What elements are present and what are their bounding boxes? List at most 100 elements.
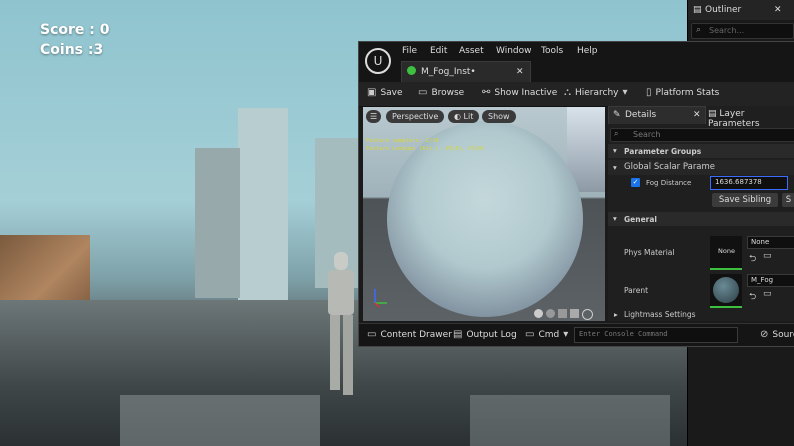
close-tab-icon[interactable]: ✕ (516, 67, 524, 77)
browse-asset-icon[interactable]: ▭ (763, 251, 772, 261)
platform-stats-button[interactable]: ▯ Platform Stats (646, 87, 719, 98)
drawer-icon: ▭ (367, 329, 377, 340)
menu-asset[interactable]: Asset (459, 46, 484, 56)
hamburger-icon: ☰ (370, 112, 378, 121)
search-icon: ⌕ (696, 25, 702, 35)
close-tab-icon[interactable]: ✕ (693, 110, 701, 120)
chevron-right-icon: ▸ (614, 310, 618, 319)
preview-shape-buttons (534, 309, 604, 320)
editor-titlebar: U File Edit Asset Window Tools Help M_Fo… (359, 42, 794, 83)
pencil-icon: ✎ (613, 110, 621, 120)
material-sphere-icon (713, 277, 739, 303)
outliner-search[interactable]: ⌕ Search... (691, 23, 794, 39)
use-selected-icon[interactable]: ⮌ (749, 251, 756, 267)
lightmass-settings-row[interactable]: ▸ Lightmass Settings (608, 309, 794, 321)
layer-parameters-tab[interactable]: ▤ Layer Parameters (708, 109, 794, 129)
plane-icon[interactable] (558, 309, 567, 318)
custom-mesh-icon[interactable] (582, 309, 593, 320)
chevron-down-icon: ▾ (613, 214, 617, 223)
cmd-button[interactable]: ▭ Cmd ▾ (525, 329, 568, 340)
viewport-menu-button[interactable]: ☰ (366, 110, 382, 123)
preview-viewport[interactable]: ☰ Perspective ◐ Lit Show Texture sampler… (363, 107, 605, 321)
browse-label: Browse (431, 87, 465, 98)
menu-edit[interactable]: Edit (430, 46, 447, 56)
asset-tab-label: M_Fog_Inst• (421, 67, 476, 77)
parent-value: M_Fog (751, 276, 774, 284)
console-input[interactable]: Enter Console Command (574, 327, 738, 343)
cube-icon[interactable] (570, 309, 579, 318)
content-drawer-label: Content Drawer (380, 329, 452, 340)
save-child-button[interactable]: S (782, 193, 794, 207)
details-tab[interactable]: ✎ Details ✕ (608, 106, 706, 124)
material-icon (407, 66, 416, 75)
source-control-icon: ⊘ (760, 329, 769, 340)
content-drawer-button[interactable]: ▭ Content Drawer (367, 329, 452, 340)
stats-line-1: Texture samplers: 2/16 (366, 138, 439, 144)
unreal-logo-icon: U (365, 48, 391, 74)
status-bar: ▭ Content Drawer ▤ Output Log ▭ Cmd ▾ Enter … (359, 323, 794, 346)
outliner-title: Outliner (705, 5, 742, 15)
global-scalar-group[interactable]: ▾ Global Scalar Parame (608, 160, 794, 175)
menu-window[interactable]: Window (496, 46, 532, 56)
parent-dropdown[interactable]: M_Fog (747, 274, 794, 287)
phys-material-dropdown[interactable]: None (747, 236, 794, 249)
menu-help[interactable]: Help (577, 46, 598, 56)
use-selected-icon[interactable]: ⮌ (749, 289, 756, 305)
save-icon: ▣ (367, 87, 377, 98)
phys-material-thumbnail[interactable]: None (710, 236, 742, 270)
output-log-button[interactable]: ▤ Output Log (453, 329, 517, 340)
chevron-down-icon: ▾ (622, 87, 628, 98)
browse-asset-icon[interactable]: ▭ (763, 289, 772, 299)
details-panel: ✎ Details ✕ ▤ Layer Parameters ⌕ Search … (608, 106, 794, 321)
parameter-groups-label: Parameter Groups (624, 147, 702, 156)
wall-segment (238, 108, 288, 300)
chevron-down-icon: ▾ (613, 163, 617, 172)
terminal-icon: ▭ (525, 329, 535, 340)
phys-material-thumb-label: None (718, 247, 735, 255)
player-character (322, 252, 360, 442)
save-sibling-button[interactable]: Save Sibling (712, 193, 778, 207)
lightmass-settings-label: Lightmass Settings (624, 310, 696, 319)
show-inactive-label: Show Inactive (494, 87, 558, 98)
menu-tools[interactable]: Tools (541, 46, 563, 56)
general-header[interactable]: ▾ General (608, 212, 794, 226)
lit-button[interactable]: ◐ Lit (448, 110, 480, 123)
phys-material-value: None (751, 238, 770, 246)
browse-button[interactable]: ▭ Browse (418, 87, 464, 98)
sphere-icon[interactable] (546, 309, 555, 318)
source-control-label: Sourc (772, 329, 794, 340)
cylinder-icon[interactable] (534, 309, 543, 318)
show-inactive-button[interactable]: ⚯ Show Inactive (482, 87, 557, 98)
lit-icon: ◐ (454, 112, 464, 121)
axis-gizmo (369, 285, 393, 309)
general-label: General (624, 215, 657, 224)
fog-distance-checkbox[interactable]: ✓ (631, 178, 640, 187)
score-label: Score : 0 (40, 22, 110, 38)
outliner-icon: ▤ (693, 5, 702, 15)
material-editor-window: U File Edit Asset Window Tools Help M_Fo… (358, 41, 794, 347)
details-tab-label: Details (625, 110, 657, 120)
show-button[interactable]: Show (482, 110, 516, 123)
log-icon: ▤ (453, 329, 463, 340)
floor-highlight (470, 395, 670, 446)
lit-label: Lit (463, 112, 474, 121)
hierarchy-button[interactable]: ⛬ Hierarchy ▾ (564, 87, 628, 98)
search-icon: ⌕ (614, 129, 619, 138)
nodes-icon: ⚯ (482, 87, 491, 98)
save-label: Save (380, 87, 403, 98)
details-search[interactable]: ⌕ Search (610, 128, 794, 142)
stats-line-2: Texture Lookups (Est.): VS(0), PS(0) (366, 146, 486, 152)
parent-thumbnail[interactable] (710, 274, 742, 308)
asset-tab[interactable]: M_Fog_Inst• ✕ (401, 61, 531, 83)
menu-file[interactable]: File (402, 46, 417, 56)
stats-icon: ▯ (646, 87, 652, 98)
parameter-groups-header[interactable]: ▾ Parameter Groups (608, 144, 794, 158)
source-control-button[interactable]: ⊘Sourc (760, 329, 794, 340)
perspective-button[interactable]: Perspective (386, 110, 445, 123)
fog-distance-input[interactable]: 1636.687378 (710, 176, 788, 190)
close-icon[interactable]: ✕ (774, 0, 782, 20)
save-button[interactable]: ▣ Save (367, 87, 403, 98)
floor-highlight (120, 395, 320, 446)
coins-label: Coins :3 (40, 42, 104, 58)
hierarchy-label: Hierarchy (575, 87, 619, 98)
